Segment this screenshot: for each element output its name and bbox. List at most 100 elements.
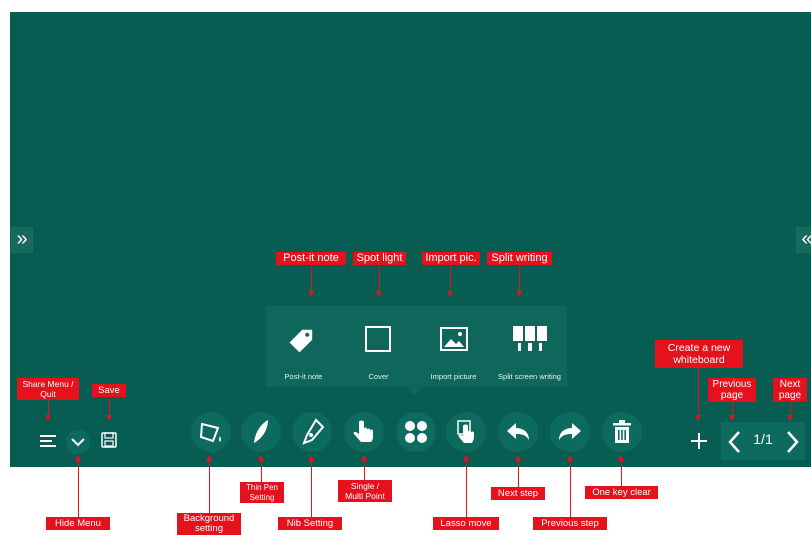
- tag-icon: [289, 329, 313, 353]
- annotation-arrow: [75, 455, 81, 461]
- redo-button[interactable]: [550, 412, 590, 452]
- split-screen-caption: Split screen writing: [498, 372, 561, 381]
- single-multi-point-label: Single / Multi Point: [338, 480, 392, 502]
- annotation-arrow: [787, 415, 793, 421]
- one-key-clear-label: One key clear: [585, 486, 658, 499]
- split-screen-button[interactable]: Split screen writing: [492, 306, 567, 387]
- previous-page-label: Previous page: [708, 378, 756, 402]
- whiteboard-canvas[interactable]: [10, 12, 811, 467]
- paint-bucket-icon: [199, 422, 221, 443]
- import-picture-caption: Import picture: [430, 372, 477, 381]
- annotation-arrow: [516, 291, 522, 297]
- annotation-arrow: [308, 291, 314, 297]
- annotation-line: [109, 398, 110, 415]
- share-menu-label: Share Menu / Quit: [17, 378, 79, 400]
- four-dots-icon: [405, 421, 427, 443]
- previous-step-label: Previous step: [533, 517, 607, 530]
- annotation-arrow: [361, 455, 367, 461]
- lasso-move-label: Lasso move: [433, 517, 499, 530]
- split-writing-label: Split writing: [487, 252, 552, 265]
- lasso-hand-icon: [457, 420, 474, 443]
- annotation-arrow: [695, 415, 701, 421]
- spot-light-label: Spot light: [353, 252, 406, 265]
- chevron-left-icon: [728, 431, 740, 453]
- annotation-line: [78, 461, 79, 517]
- undo-arrow-icon: [507, 423, 529, 440]
- annotation-line: [790, 402, 791, 415]
- annotation-line: [621, 461, 622, 486]
- image-icon: [440, 327, 468, 351]
- expand-right-icon[interactable]: «: [796, 227, 811, 253]
- annotation-line: [570, 461, 571, 517]
- page-indicator: 1/1: [753, 431, 773, 447]
- nib-setting-label: Nib Setting: [278, 517, 342, 530]
- post-it-note-button[interactable]: Post-it note: [266, 306, 341, 387]
- expand-left-icon[interactable]: »: [11, 227, 33, 253]
- annotation-line: [466, 461, 467, 517]
- more-tools-button[interactable]: [396, 412, 436, 452]
- popup-pointer: [406, 387, 422, 395]
- hand-pointer-icon: [353, 420, 373, 442]
- save-label: Save: [92, 384, 126, 397]
- next-page-button[interactable]: [782, 429, 802, 460]
- annotation-arrow: [45, 415, 51, 421]
- annotation-arrow: [206, 455, 212, 461]
- save-button[interactable]: [100, 431, 118, 454]
- nib-setting-button[interactable]: [292, 412, 332, 452]
- background-setting-button[interactable]: [191, 412, 231, 452]
- annotation-line: [311, 461, 312, 517]
- add-whiteboard-button[interactable]: [688, 430, 710, 457]
- redo-arrow-icon: [559, 423, 581, 440]
- annotation-line: [450, 266, 451, 291]
- annotation-arrow: [106, 415, 112, 421]
- fountain-pen-icon: [302, 418, 325, 445]
- hide-menu-button[interactable]: [66, 430, 90, 454]
- thin-pen-label: Thin Pen Setting: [240, 482, 284, 503]
- annotation-arrow: [463, 455, 469, 461]
- hide-menu-label: Hide Menu: [46, 517, 110, 530]
- background-setting-label: Background setting: [177, 513, 241, 535]
- annotation-line: [698, 368, 699, 415]
- next-page-label: Next page: [773, 378, 807, 402]
- next-step-label: Next step: [491, 487, 545, 500]
- import-picture-button[interactable]: Import picture: [416, 306, 491, 387]
- chevron-right-icon: [787, 431, 799, 453]
- single-multi-point-button[interactable]: [344, 412, 384, 452]
- annotation-line: [48, 401, 49, 415]
- annotation-line: [311, 266, 312, 291]
- thin-pen-button[interactable]: [241, 412, 281, 452]
- cover-caption: Cover: [368, 372, 389, 381]
- annotation-arrow: [618, 455, 624, 461]
- cover-button[interactable]: Cover: [341, 306, 416, 387]
- annotation-line: [364, 461, 365, 480]
- post-it-note-label: Post-it note: [276, 252, 346, 265]
- tools-popup: Post-it note Cover Import picture Split …: [266, 306, 567, 387]
- annotation-line: [732, 402, 733, 415]
- split-screen-icon: [513, 326, 547, 351]
- menu-icon[interactable]: [38, 431, 58, 456]
- annotation-arrow: [515, 455, 521, 461]
- clear-button[interactable]: [602, 412, 642, 452]
- annotation-arrow: [308, 455, 314, 461]
- lasso-move-button[interactable]: [446, 412, 486, 452]
- create-whiteboard-label: Create a new whiteboard: [655, 340, 743, 368]
- post-it-caption: Post-it note: [284, 372, 323, 381]
- annotation-arrow: [567, 455, 573, 461]
- annotation-line: [379, 266, 380, 291]
- trash-icon: [613, 420, 631, 443]
- previous-page-button[interactable]: [725, 429, 745, 460]
- annotation-line: [518, 461, 519, 487]
- annotation-arrow: [447, 291, 453, 297]
- undo-button[interactable]: [498, 412, 538, 452]
- chevron-down-icon: [71, 438, 85, 447]
- annotation-line: [209, 461, 210, 513]
- import-pic-label: Import pic.: [422, 252, 480, 265]
- feather-pen-icon: [254, 420, 268, 443]
- annotation-arrow: [376, 291, 382, 297]
- annotation-line: [261, 461, 262, 482]
- square-cover-icon: [365, 326, 391, 352]
- annotation-arrow: [729, 415, 735, 421]
- floppy-disk-icon: [101, 432, 117, 448]
- annotation-arrow: [258, 455, 264, 461]
- plus-icon: [691, 433, 707, 449]
